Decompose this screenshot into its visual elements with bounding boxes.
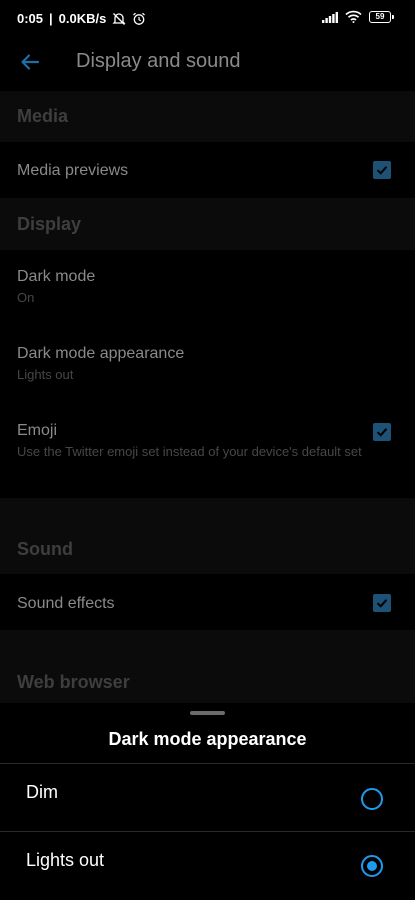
signal-icon — [322, 11, 338, 23]
sound-effects-checkbox[interactable] — [373, 594, 391, 612]
option-dim[interactable]: Dim — [0, 764, 415, 830]
section-spacer — [0, 630, 415, 658]
sound-effects-row[interactable]: Sound effects — [0, 574, 415, 630]
section-header-label: Sound — [17, 539, 73, 559]
section-header-label: Display — [17, 214, 82, 234]
row-title: Dark mode appearance — [17, 345, 185, 362]
row-title: Emoji — [17, 422, 58, 439]
emoji-checkbox[interactable] — [373, 423, 391, 441]
status-left: 0:05 | 0.0KB/s — [17, 11, 146, 26]
dark-mode-row[interactable]: Dark mode On — [0, 250, 415, 328]
row-title: Sound effects — [17, 595, 115, 612]
option-label: Dim — [26, 782, 58, 802]
emoji-row[interactable]: Emoji Use the Twitter emoji set instead … — [0, 404, 415, 498]
page-title: Display and sound — [76, 50, 241, 72]
check-icon — [376, 166, 388, 175]
row-subtitle: Use the Twitter emoji set instead of you… — [17, 444, 362, 459]
media-previews-checkbox[interactable] — [373, 161, 391, 179]
section-header-label: Media — [17, 106, 69, 126]
status-time: 0:05 — [17, 11, 44, 26]
section-header-web-browser: Web browser — [0, 658, 415, 703]
media-previews-row[interactable]: Media previews — [0, 142, 415, 198]
alarm-off-icon — [112, 12, 126, 25]
row-title: Dark mode — [17, 268, 96, 285]
radio-lights-out[interactable] — [361, 855, 383, 877]
row-title: Media previews — [17, 162, 129, 179]
section-header-label: Web browser — [17, 672, 130, 692]
battery-level: 59 — [375, 11, 385, 21]
section-header-media: Media — [0, 91, 415, 142]
radio-dim[interactable] — [361, 788, 383, 810]
check-icon — [376, 428, 388, 437]
section-header-sound: Sound — [0, 528, 415, 574]
battery-icon: 59 — [369, 10, 394, 23]
network-speed: 0.0KB/s — [58, 11, 107, 26]
row-subtitle: Lights out — [17, 367, 74, 382]
dark-mode-appearance-row[interactable]: Dark mode appearance Lights out — [0, 328, 415, 404]
check-icon — [376, 599, 388, 608]
section-spacer — [0, 498, 415, 528]
app-bar: Display and sound — [0, 38, 415, 86]
alarm-clock-icon — [133, 12, 146, 25]
status-separator: | — [49, 11, 53, 26]
drag-handle[interactable] — [190, 711, 225, 715]
section-header-display: Display — [0, 198, 415, 250]
appearance-bottom-sheet: Dark mode appearance Dim Lights out — [0, 703, 415, 900]
sheet-title: Dark mode appearance — [108, 729, 307, 749]
status-right: 59 — [322, 10, 394, 23]
arrow-left-icon[interactable] — [18, 50, 42, 74]
option-label: Lights out — [26, 850, 105, 870]
row-subtitle: On — [17, 290, 35, 305]
wifi-icon — [345, 10, 362, 23]
option-lights-out[interactable]: Lights out — [0, 832, 415, 898]
status-bar: 0:05 | 0.0KB/s 59 — [0, 0, 415, 38]
